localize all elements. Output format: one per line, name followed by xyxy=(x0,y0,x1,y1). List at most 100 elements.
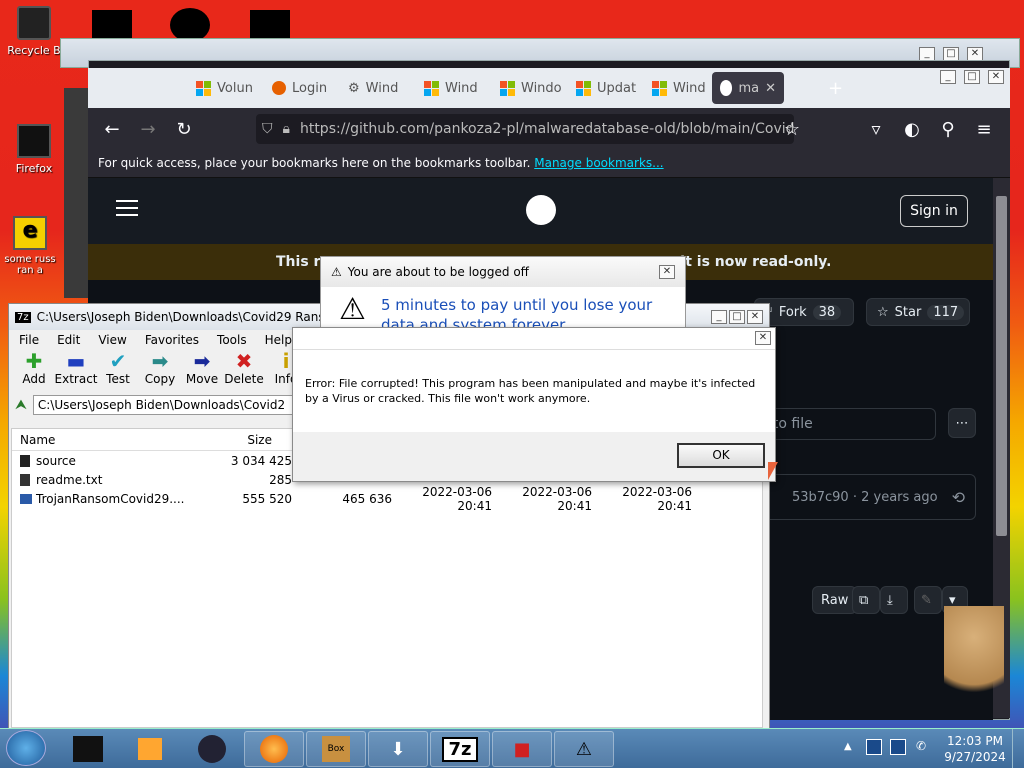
desktop-icon-thumb xyxy=(170,8,210,42)
close-tab-icon[interactable]: ✕ xyxy=(765,81,776,96)
folder-icon xyxy=(20,454,30,467)
taskbar-app-9[interactable]: ⚠ xyxy=(554,731,614,767)
tab-6[interactable]: Updat xyxy=(568,72,644,104)
start-button[interactable] xyxy=(6,730,46,766)
pocket-icon[interactable]: ▿ xyxy=(858,111,894,147)
7zip-icon: 7z xyxy=(442,736,478,762)
maximize-button[interactable]: □ xyxy=(964,70,980,84)
maximize-button[interactable]: □ xyxy=(943,47,959,61)
minimize-button[interactable]: _ xyxy=(940,70,956,84)
error-body: Error: File corrupted! This program has … xyxy=(293,350,775,432)
tab-7[interactable]: Wind xyxy=(644,72,720,104)
tab-4[interactable]: Wind xyxy=(416,72,492,104)
move-arrow-icon: ➡ xyxy=(193,349,211,373)
history-icon[interactable]: ⟲ xyxy=(952,488,965,507)
close-button[interactable]: ✕ xyxy=(659,265,675,279)
copy-arrow-icon: ➡ xyxy=(151,349,169,373)
tab-5[interactable]: Windo xyxy=(492,72,568,104)
clock[interactable]: 12:03 PM 9/27/2024 xyxy=(944,733,1006,765)
taskbar-app-6[interactable]: ⬇ xyxy=(368,731,428,767)
taskbar-app-8[interactable]: ■ xyxy=(492,731,552,767)
taskbar-app-2[interactable] xyxy=(120,731,180,767)
menu-favorites[interactable]: Favorites xyxy=(145,333,199,347)
star-button[interactable]: ☆ Star 117 xyxy=(866,298,970,326)
github-header: Sign in xyxy=(88,178,993,244)
hamburger-icon[interactable] xyxy=(116,200,138,216)
close-button[interactable]: ✕ xyxy=(755,331,771,345)
taskbar-app-1[interactable] xyxy=(58,731,118,767)
tab-active[interactable]: ma ✕ xyxy=(712,72,784,104)
copy-button[interactable]: ➡ Copy xyxy=(139,350,181,392)
menu-view[interactable]: View xyxy=(98,333,126,347)
menu-tools[interactable]: Tools xyxy=(217,333,247,347)
column-size[interactable]: Size xyxy=(176,433,272,447)
warning-icon: ⚠ xyxy=(575,738,593,760)
exe-file-icon xyxy=(20,493,32,504)
column-name[interactable]: Name xyxy=(12,433,176,447)
minimize-button[interactable]: _ xyxy=(919,47,935,61)
menu-icon[interactable]: ≡ xyxy=(966,111,1002,147)
extract-button[interactable]: ▬ Extract xyxy=(55,350,98,392)
close-button[interactable]: ✕ xyxy=(747,310,763,324)
forward-button[interactable]: → xyxy=(130,111,166,147)
firefox-desktop-icon[interactable]: Firefox xyxy=(4,124,64,175)
tab-1[interactable]: Volun xyxy=(188,72,264,104)
close-button[interactable]: ✕ xyxy=(988,70,1004,84)
plus-icon: ✚ xyxy=(25,349,43,373)
firefox-icon xyxy=(272,81,286,95)
tab-3[interactable]: ⚙ Wind xyxy=(340,72,416,104)
copy-button[interactable]: ⧉ xyxy=(852,586,880,614)
more-options-button[interactable]: ⋯ xyxy=(948,408,976,438)
up-folder-icon[interactable]: ⮝ xyxy=(15,397,27,413)
url-text: https://github.com/pankoza2-pl/malwareda… xyxy=(299,121,794,137)
github-logo-icon[interactable] xyxy=(526,195,556,225)
back-button[interactable]: ← xyxy=(94,111,130,147)
url-bar[interactable]: ⛉ 🔒︎ https://github.com/pankoza2-pl/malw… xyxy=(256,114,794,144)
taskbar-app-3[interactable] xyxy=(182,731,242,767)
windows-logo-icon xyxy=(500,80,515,96)
taskbar: Box ⬇ 7z ■ ⚠ ▲ ✆ 12:03 PM 9/27/2024 xyxy=(0,728,1024,768)
close-button[interactable]: ✕ xyxy=(967,47,983,61)
raw-button[interactable]: Raw xyxy=(812,586,858,614)
maximize-button[interactable]: □ xyxy=(729,310,745,324)
ok-button[interactable]: OK xyxy=(677,443,765,468)
bookmark-star-icon[interactable]: ☆ xyxy=(774,111,810,147)
warning-large-icon: ⚠ xyxy=(339,292,366,327)
menu-edit[interactable]: Edit xyxy=(57,333,80,347)
shield-icon: ⛉ xyxy=(262,121,273,137)
delete-button[interactable]: ✖ Delete xyxy=(223,350,265,392)
background-window-body xyxy=(64,88,88,298)
tab-2[interactable]: Login xyxy=(264,72,340,104)
network-icon[interactable]: ✆ xyxy=(916,739,926,753)
recycle-bin-icon[interactable]: Recycle B xyxy=(4,6,64,57)
taskbar-7zip[interactable]: 7z xyxy=(430,731,490,767)
reload-button[interactable]: ↻ xyxy=(166,111,202,147)
move-button[interactable]: ➡ Move xyxy=(181,350,223,392)
add-button[interactable]: ✚ Add xyxy=(13,350,55,392)
show-desktop-button[interactable] xyxy=(1012,729,1024,768)
test-button[interactable]: ✔ Test xyxy=(97,350,139,392)
table-row[interactable]: TrojanRansomCovid29.... 555 520 465 636 … xyxy=(12,485,762,513)
tray-icon[interactable] xyxy=(866,739,882,755)
minimize-button[interactable]: _ xyxy=(711,310,727,324)
extensions-icon[interactable]: ⚲ xyxy=(930,111,966,147)
new-tab-button[interactable]: + xyxy=(828,78,843,99)
menu-help[interactable]: Help xyxy=(265,333,292,347)
menu-file[interactable]: File xyxy=(19,333,39,347)
bookmarks-toolbar: For quick access, place your bookmarks h… xyxy=(88,150,1010,178)
taskbar-box[interactable]: Box xyxy=(306,731,366,767)
tab-bar: Volun Login ⚙ Wind Wind Windo Updat Wind … xyxy=(88,68,1010,108)
shortcut-desktop-icon[interactable]: e some russ ran a xyxy=(0,216,60,276)
manage-bookmarks-link[interactable]: Manage bookmarks... xyxy=(534,156,663,170)
download-button[interactable]: ⤓ xyxy=(880,586,908,614)
sign-in-button[interactable]: Sign in xyxy=(900,195,968,227)
scroll-thumb[interactable] xyxy=(996,196,1007,536)
lock-icon: 🔒︎ xyxy=(282,121,290,137)
tray-icon[interactable] xyxy=(890,739,906,755)
profile-icon[interactable]: ◐ xyxy=(894,111,930,147)
gear-icon: ⚙ xyxy=(348,80,360,96)
taskbar-firefox[interactable] xyxy=(244,731,304,767)
edit-button[interactable]: ✎ xyxy=(914,586,942,614)
tray-expand-icon[interactable]: ▲ xyxy=(844,741,852,752)
firefox-icon xyxy=(260,735,288,763)
